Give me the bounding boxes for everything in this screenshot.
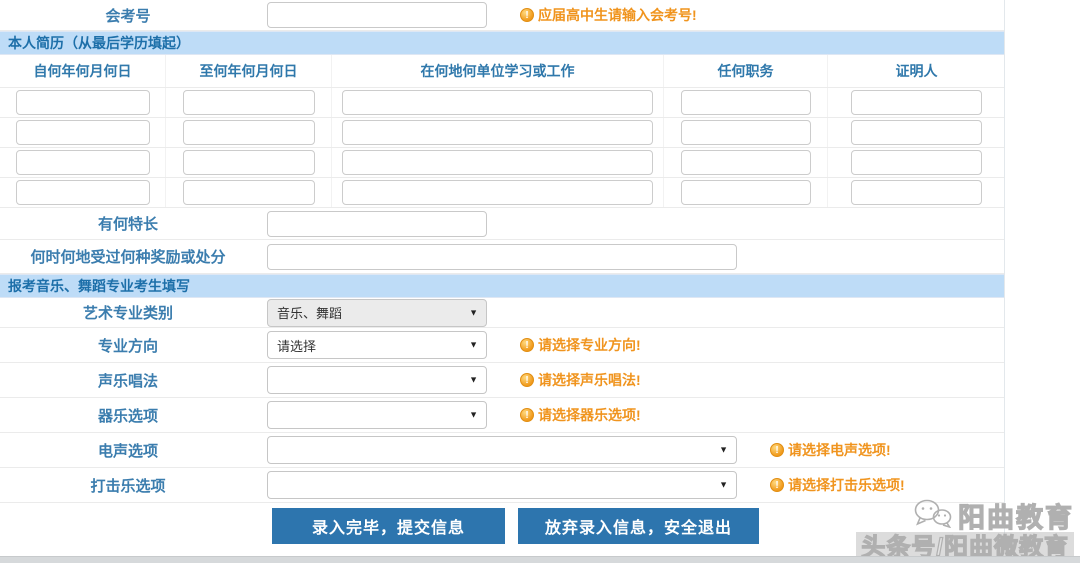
history-position-input[interactable] [680, 180, 811, 205]
hint-text: 应届高中生请输入会考号! [538, 7, 697, 23]
vocal-method-label: 声乐唱法 [97, 372, 158, 390]
header-cell-from-date: 自何年何月何日 [0, 55, 166, 87]
history-to-date-input[interactable] [182, 90, 315, 115]
registration-form-page: 会考号 ! 应届高中生请输入会考号! 本人简历（从最后学历填起） 自何年何月何日… [0, 0, 1080, 563]
history-from-date-input[interactable] [15, 150, 150, 175]
history-place-input[interactable] [342, 180, 653, 205]
horizontal-scrollbar[interactable] [0, 556, 1080, 563]
alert-icon: ! [770, 478, 784, 492]
music-section-title: 报考音乐、舞蹈专业考生填写 [8, 278, 190, 294]
percussion-option-hint: ! 请选择打击乐选项! [770, 475, 905, 495]
history-position-input[interactable] [680, 150, 811, 175]
header-cell-to-date: 至何年何月何日 [166, 55, 332, 87]
history-row-1 [0, 88, 1004, 118]
instrument-option-row: 器乐选项 ▼ ! 请选择器乐选项! [0, 398, 1004, 433]
percussion-option-row: 打击乐选项 ▼ ! 请选择打击乐选项! [0, 468, 1004, 503]
history-witness-input[interactable] [851, 120, 982, 145]
chevron-down-icon: ▼ [469, 339, 478, 350]
specialty-input[interactable] [267, 210, 487, 237]
instrument-option-label: 器乐选项 [97, 407, 158, 425]
art-category-select[interactable]: 音乐、舞蹈 ▼ [267, 298, 487, 327]
exam-number-hint: ! 应届高中生请输入会考号! [520, 5, 697, 25]
percussion-option-label: 打击乐选项 [90, 477, 166, 495]
specialty-label: 有何特长 [97, 216, 158, 233]
history-to-date-input[interactable] [182, 180, 315, 205]
registration-form: 会考号 ! 应届高中生请输入会考号! 本人简历（从最后学历填起） 自何年何月何日… [0, 0, 1005, 549]
history-to-date-input[interactable] [182, 120, 315, 145]
major-direction-label: 专业方向 [97, 337, 158, 355]
history-place-input[interactable] [342, 150, 653, 175]
submit-button[interactable]: 录入完毕，提交信息 [272, 508, 505, 544]
exam-number-label: 会考号 [105, 7, 151, 25]
chevron-down-icon: ▼ [469, 307, 478, 317]
history-witness-input[interactable] [851, 150, 982, 175]
header-cell-place: 在何地何单位学习或工作 [332, 55, 664, 87]
art-category-label: 艺术专业类别 [82, 305, 173, 322]
instrument-option-hint: ! 请选择器乐选项! [520, 405, 641, 425]
history-row-4 [0, 178, 1004, 208]
art-category-row: 艺术专业类别 音乐、舞蹈 ▼ [0, 298, 1004, 328]
form-actions: 录入完毕，提交信息 放弃录入信息，安全退出 [0, 503, 1004, 549]
chevron-down-icon: ▼ [469, 409, 478, 420]
instrument-option-select[interactable]: ▼ [267, 401, 487, 429]
alert-icon: ! [770, 443, 784, 457]
resume-section-header: 本人简历（从最后学历填起） [0, 31, 1004, 55]
history-position-input[interactable] [680, 90, 811, 115]
history-witness-input[interactable] [851, 90, 982, 115]
history-place-input[interactable] [342, 120, 653, 145]
electroacoustic-option-select[interactable]: ▼ [267, 436, 737, 464]
electroacoustic-option-hint: ! 请选择电声选项! [770, 440, 891, 460]
history-table-header: 自何年何月何日 至何年何月何日 在何地何单位学习或工作 任何职务 证明人 [0, 55, 1004, 88]
award-label: 何时何地受过何种奖励或处分 [30, 249, 226, 266]
chevron-down-icon: ▼ [469, 374, 478, 385]
exam-number-label-cell: 会考号 [0, 5, 256, 26]
major-direction-hint: ! 请选择专业方向! [520, 335, 641, 355]
header-cell-witness: 证明人 [895, 63, 938, 79]
alert-icon: ! [520, 338, 534, 352]
history-to-date-input[interactable] [182, 150, 315, 175]
award-row: 何时何地受过何种奖励或处分 [0, 240, 1004, 274]
cancel-exit-button[interactable]: 放弃录入信息，安全退出 [518, 508, 759, 544]
percussion-option-select[interactable]: ▼ [267, 471, 737, 499]
electroacoustic-option-label: 电声选项 [97, 442, 158, 460]
exam-number-input[interactable] [267, 2, 487, 28]
major-direction-select[interactable]: 请选择 ▼ [267, 331, 487, 359]
vocal-method-hint: ! 请选择声乐唱法! [520, 370, 641, 390]
alert-icon: ! [520, 373, 534, 387]
header-cell-position: 任何职务 [664, 55, 828, 87]
major-direction-row: 专业方向 请选择 ▼ ! 请选择专业方向! [0, 328, 1004, 363]
chevron-down-icon: ▼ [719, 479, 728, 490]
vocal-method-row: 声乐唱法 ▼ ! 请选择声乐唱法! [0, 363, 1004, 398]
history-position-input[interactable] [680, 120, 811, 145]
alert-icon: ! [520, 408, 534, 422]
history-place-input[interactable] [342, 90, 653, 115]
resume-section-title: 本人简历（从最后学历填起） [8, 35, 190, 51]
exam-number-row: 会考号 ! 应届高中生请输入会考号! [0, 0, 1004, 31]
history-row-2 [0, 118, 1004, 148]
music-section-header: 报考音乐、舞蹈专业考生填写 [0, 274, 1004, 298]
history-from-date-input[interactable] [15, 180, 150, 205]
history-row-3 [0, 148, 1004, 178]
vocal-method-select[interactable]: ▼ [267, 366, 487, 394]
history-from-date-input[interactable] [15, 90, 150, 115]
history-witness-input[interactable] [851, 180, 982, 205]
chevron-down-icon: ▼ [719, 444, 728, 455]
specialty-row: 有何特长 [0, 208, 1004, 240]
alert-icon: ! [520, 8, 534, 22]
history-from-date-input[interactable] [15, 120, 150, 145]
award-input[interactable] [267, 243, 737, 270]
electroacoustic-option-row: 电声选项 ▼ ! 请选择电声选项! [0, 433, 1004, 468]
